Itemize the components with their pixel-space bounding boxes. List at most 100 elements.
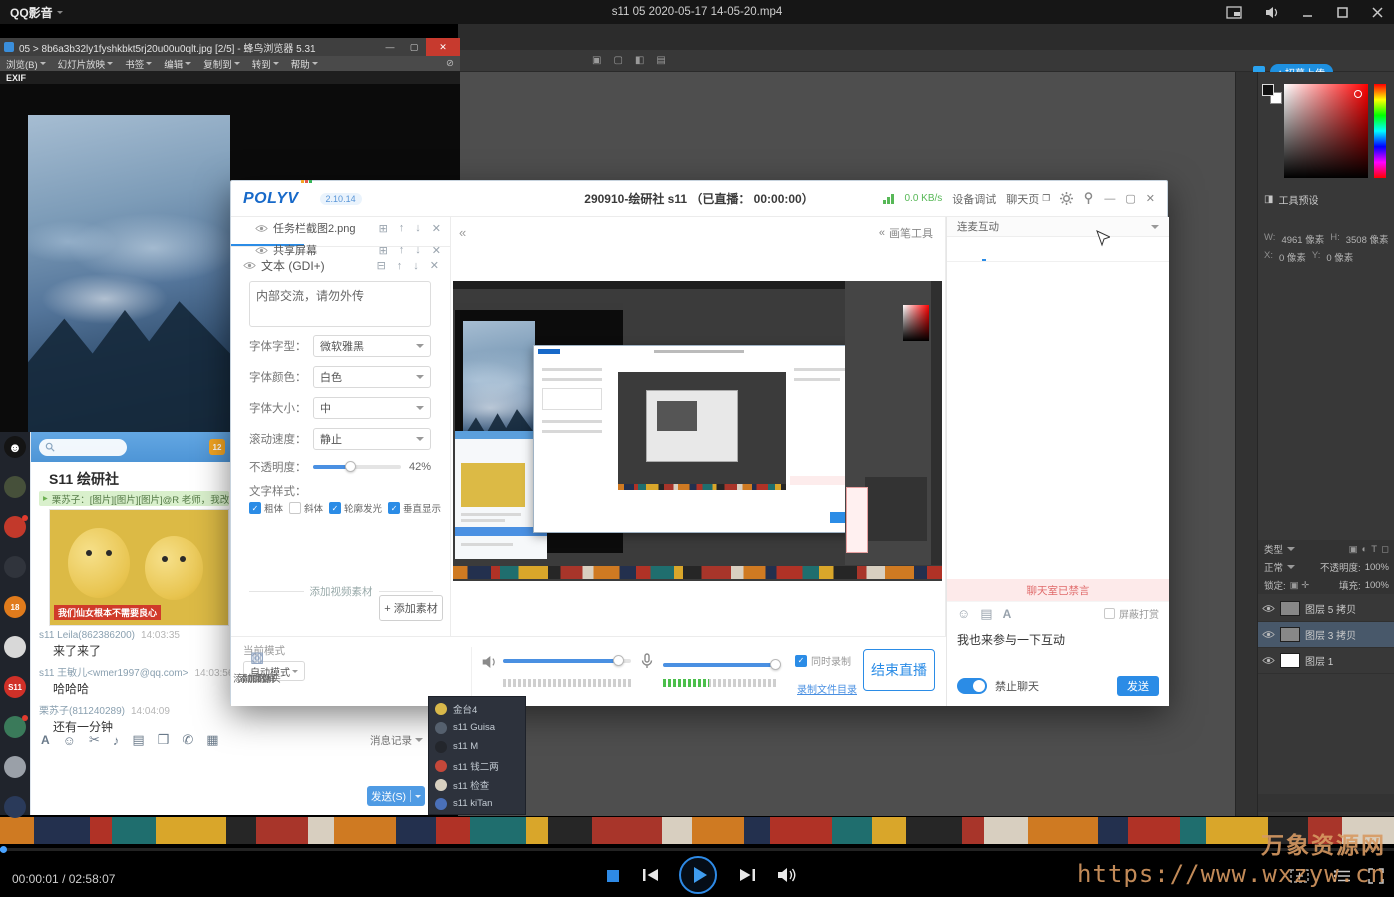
overlay-text-input[interactable]: 内部交流，请勿外传 — [249, 281, 431, 327]
qq-avatar[interactable] — [4, 756, 26, 778]
browser-block-icon[interactable]: ⊘ — [446, 58, 454, 69]
media-layer-row[interactable]: 共享屏幕 ⊞ ↑ ↓ ✕ — [255, 239, 451, 261]
visibility-eye-icon[interactable] — [255, 224, 268, 233]
ps-layer-row[interactable]: 图层 5 拷贝 — [1258, 596, 1394, 622]
pin-icon[interactable] — [1083, 192, 1094, 205]
layer-settings-icon[interactable]: ⊞ — [379, 244, 388, 257]
qq-avatar[interactable] — [4, 556, 26, 578]
visibility-eye-icon[interactable] — [243, 261, 256, 270]
layer-down-icon[interactable]: ↓ — [415, 244, 421, 256]
blend-mode-select[interactable]: 正常 — [1264, 560, 1283, 574]
audio-effect-icon[interactable] — [1264, 6, 1279, 19]
member-row[interactable]: s11 钱二两 — [429, 756, 525, 775]
live-preview-canvas[interactable] — [453, 281, 942, 581]
qq-avatar[interactable] — [4, 516, 26, 538]
browser-maximize-button[interactable]: ▢ — [402, 38, 426, 56]
previous-button[interactable] — [642, 868, 660, 882]
font-size-select[interactable]: 中 — [313, 397, 431, 419]
call-icon[interactable]: ✆ — [182, 732, 193, 748]
browser-minimize-button[interactable]: — — [378, 38, 402, 56]
layers-filter-label[interactable]: 类型 — [1264, 542, 1283, 556]
emoji-icon[interactable]: ☺ — [957, 606, 970, 621]
browser-close-button[interactable]: ✕ — [426, 38, 460, 56]
polyv-close-button[interactable]: ✕ — [1146, 192, 1155, 205]
selection-new-icon[interactable]: ▣ — [592, 55, 601, 66]
maximize-icon[interactable] — [1336, 6, 1349, 19]
fill-value[interactable]: 100% — [1365, 580, 1389, 591]
visibility-eye-icon[interactable] — [255, 246, 268, 255]
polyv-maximize-button[interactable]: ▢ — [1125, 192, 1135, 205]
ps-layer-row[interactable]: 图层 3 拷贝 — [1258, 622, 1394, 648]
chat-message-area[interactable] — [947, 262, 1169, 579]
device-debug-button[interactable]: 设备调试 — [952, 191, 996, 207]
mute-chat-toggle[interactable] — [957, 678, 987, 694]
font-color-select[interactable]: 白色 — [313, 366, 431, 388]
lock-icons[interactable]: ▣ ✛ — [1290, 580, 1310, 591]
style-checkbox[interactable]: 垂直显示 — [388, 501, 441, 515]
browser-menu-item[interactable]: 浏览(B) — [6, 57, 46, 71]
layer-thumbnail[interactable] — [1280, 653, 1300, 668]
layer-down-icon[interactable]: ↓ — [413, 260, 419, 272]
polyv-chat-tab[interactable] — [1056, 237, 1060, 261]
image-icon[interactable]: ▤ — [980, 606, 992, 622]
layer-thumbnail[interactable] — [1280, 627, 1300, 642]
media-layer-row[interactable]: 任务栏截图2.png ⊞ ↑ ↓ ✕ — [255, 217, 451, 239]
layer-name[interactable]: 图层 3 拷贝 — [1305, 627, 1356, 642]
color-picker-cursor[interactable] — [1354, 90, 1362, 98]
qq-avatar[interactable]: S11 — [4, 676, 26, 698]
app-logo[interactable]: QQ影音 — [10, 4, 63, 21]
qq-avatar[interactable] — [4, 476, 26, 498]
layer-name[interactable]: 图层 1 — [1305, 653, 1333, 668]
scroll-speed-select[interactable]: 静止 — [313, 428, 431, 450]
color-picker-field[interactable] — [1284, 84, 1368, 178]
mic-link-header[interactable]: 连麦互动 — [947, 217, 1169, 237]
transform-y-value[interactable]: 0 像素 — [1326, 250, 1353, 264]
transform-h-value[interactable]: 3508 像素 — [1346, 232, 1389, 246]
filter-type-icon[interactable]: T — [1371, 544, 1377, 555]
transform-w-value[interactable]: 4961 像素 — [1281, 232, 1324, 246]
layer-up-icon[interactable]: ↑ — [399, 222, 405, 234]
add-ppt-button[interactable]: ▥ 添加PPT — [231, 649, 283, 685]
transform-x-value[interactable]: 0 像素 — [1279, 250, 1306, 264]
font-icon[interactable]: A — [41, 733, 50, 747]
member-row[interactable]: s11 Guisa — [429, 718, 525, 737]
layer-up-icon[interactable]: ↑ — [399, 244, 405, 256]
screenshot-icon[interactable]: ✂ — [89, 732, 100, 748]
qq-avatar[interactable]: 18 — [4, 596, 26, 618]
polyv-minimize-button[interactable]: — — [1104, 193, 1115, 205]
layer-delete-icon[interactable]: ✕ — [432, 244, 441, 257]
selection-add-icon[interactable]: ▢ — [613, 55, 622, 66]
font-family-select[interactable]: 微软雅黑 — [313, 335, 431, 357]
chat-input[interactable]: 我也来参与一下互动 — [947, 625, 1169, 665]
message-input[interactable] — [31, 750, 431, 784]
emoji-icon[interactable]: ☺ — [63, 733, 76, 748]
layer-name[interactable]: 图层 5 拷贝 — [1305, 601, 1356, 616]
browser-menu-item[interactable]: 帮助 — [291, 57, 318, 71]
layer-delete-icon[interactable]: ✕ — [432, 222, 441, 235]
send-button[interactable]: 发送(S) — [367, 786, 425, 806]
close-icon[interactable] — [1371, 6, 1384, 19]
layer-down-icon[interactable]: ↓ — [415, 222, 421, 234]
image-icon[interactable]: ▤ — [132, 732, 144, 748]
browser-menu-item[interactable]: 幻灯片放映 — [58, 57, 114, 71]
layer-settings-icon[interactable]: ⊞ — [379, 222, 388, 235]
history-button[interactable]: 消息记录 — [370, 733, 423, 748]
layer-thumbnail[interactable] — [1280, 601, 1300, 616]
play-button[interactable] — [679, 856, 717, 894]
chat-photo[interactable]: 我们仙女根本不需要良心 — [49, 509, 229, 626]
speaker-volume-slider[interactable] — [503, 659, 631, 663]
pip-icon[interactable] — [1226, 6, 1242, 19]
selection-intersect-icon[interactable]: ▤ — [656, 55, 665, 66]
qq-avatar[interactable]: ☻ — [4, 436, 26, 458]
mic-volume-slider[interactable] — [663, 663, 778, 667]
qq-avatar[interactable] — [4, 796, 26, 818]
stop-button[interactable] — [607, 870, 619, 882]
filter-adjust-icon[interactable]: ◐ — [1362, 544, 1368, 555]
filter-shape-icon[interactable]: ◻ — [1381, 544, 1389, 555]
record-dir-link[interactable]: 录制文件目录 — [797, 681, 857, 696]
ps-layer-row[interactable]: 图层 1 — [1258, 648, 1394, 674]
volume-button[interactable] — [776, 867, 796, 883]
selection-subtract-icon[interactable]: ◧ — [635, 55, 644, 66]
next-button[interactable] — [738, 868, 756, 882]
style-checkbox[interactable]: 轮廓发光 — [329, 501, 382, 515]
